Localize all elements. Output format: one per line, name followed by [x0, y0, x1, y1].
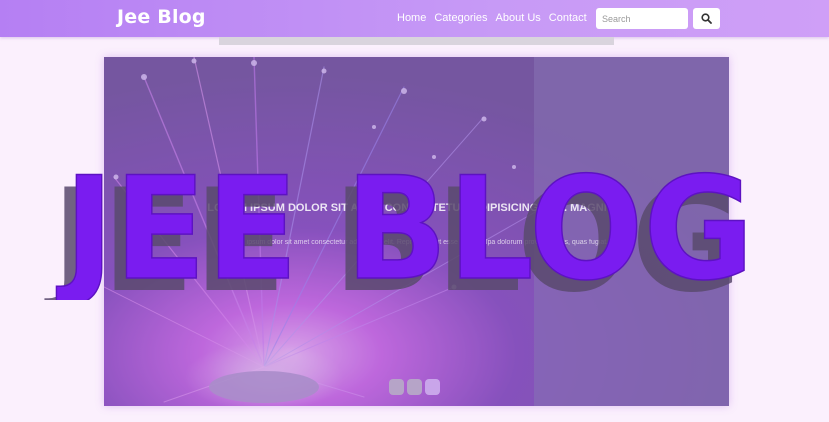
navbar: Jee Blog Home Categories About Us Contac… — [0, 0, 829, 37]
nav-link-contact[interactable]: Contact — [549, 12, 587, 24]
divider-bar — [219, 37, 614, 45]
nav-link-about-us[interactable]: About Us — [496, 12, 541, 24]
nav-link-home[interactable]: Home — [397, 12, 426, 24]
carousel-indicator-1[interactable] — [389, 379, 404, 395]
nav-link-categories[interactable]: Categories — [434, 12, 487, 24]
brand-logo[interactable]: Jee Blog — [117, 6, 206, 28]
hero-overlay-title-text: JEE BLOG — [56, 150, 754, 300]
carousel-indicators — [389, 379, 440, 395]
carousel-indicator-2[interactable] — [407, 379, 422, 395]
hero-overlay-title: JEE BLOG JEE BLOG — [44, 150, 754, 300]
search-button[interactable] — [693, 8, 720, 29]
nav-links: Home Categories About Us Contact — [397, 12, 587, 24]
carousel-indicator-3[interactable] — [425, 379, 440, 395]
search-input[interactable] — [596, 8, 688, 29]
search-icon — [701, 13, 712, 24]
